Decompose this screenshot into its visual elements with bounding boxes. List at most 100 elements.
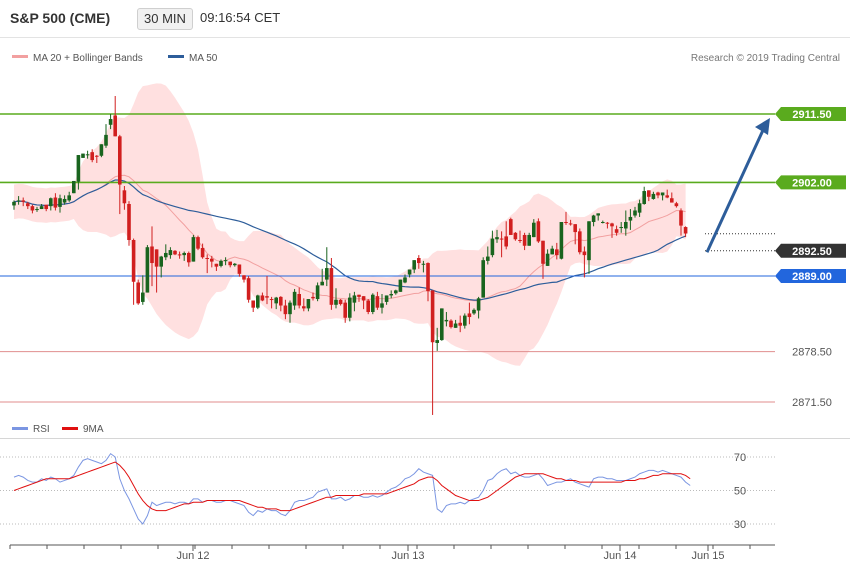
rsi-swatch [12,427,28,430]
candle-body [219,260,223,266]
candle-body [81,153,85,158]
level-label-2878.50: 2878.50 [792,347,832,359]
candle-body [504,236,508,247]
candle-body [292,291,297,306]
candle [366,299,370,315]
candle-body [610,223,614,227]
candle-body [421,263,426,265]
copyright: Research © 2019 Trading Central [691,53,840,64]
level-label-2889.00: 2889.00 [775,269,846,283]
candle-body [490,238,495,256]
candle-body [486,256,490,261]
level-text: 2902.00 [792,177,832,189]
candle-body [297,294,301,306]
candle-body [587,221,591,261]
candle-body [256,295,260,308]
candle-body [205,258,209,259]
candle-body [214,263,219,267]
candle-body [642,191,646,204]
candle-body [173,250,177,255]
candle [251,300,255,312]
candle-body [182,252,186,256]
candle [440,308,444,341]
candle-body [513,232,518,240]
candle-body [361,296,366,301]
price-axis-labels: 2911.50 2902.00 2889.00 2878.50 2871.50 2892.… [775,107,846,409]
candle-body [426,263,430,292]
candle-body [371,294,375,312]
candle-body [564,222,568,223]
candle-body [269,299,274,301]
candle [246,276,251,303]
candle-body [329,268,334,305]
level-text: 2911.50 [792,109,831,121]
candle-body [476,298,481,311]
candle [430,290,435,415]
candle-body [472,309,476,314]
candle-body [532,222,536,238]
candle-body [26,203,30,207]
candle-body [394,290,398,294]
candle [99,144,104,158]
candle-body [522,234,527,246]
rsi-tick-label: 50 [734,486,746,498]
candle-body [131,240,136,282]
candle-body [679,210,683,226]
candle-body [145,247,150,293]
candle-body [306,299,311,309]
candle [81,153,85,158]
candle-body [39,206,44,210]
candle-body [168,250,173,256]
candle-body [518,240,522,241]
candle-body [251,300,255,308]
candle-body [246,278,251,300]
candle-body [582,251,587,256]
rsi-tick-label: 70 [734,452,746,464]
date-label: Jun 14 [603,550,636,562]
candle-body [159,256,163,267]
candle-body [449,320,453,328]
candle-body [187,252,191,263]
candle-body [527,234,531,246]
candle-body [536,221,541,242]
candle [256,294,260,310]
rsi-ma-line [13,461,691,512]
candle [191,234,196,262]
candle [587,221,591,274]
candle-body [683,227,688,234]
candle [371,293,375,315]
candle-body [196,237,200,249]
price-chart: MA 20 + Bollinger Bands MA 50 Research ©… [0,53,850,562]
candle-body [481,260,485,298]
candle-body [62,198,67,203]
candle-body [352,295,357,303]
candle [509,217,513,235]
candle-body [559,222,564,259]
candle-body [417,258,421,264]
date-label: Jun 15 [691,550,724,562]
rsi-ma-swatch [62,427,78,430]
candle-body [670,198,674,203]
candle-body [99,144,104,156]
candle-body [338,299,343,305]
candle-body [499,238,504,240]
candle-body [288,302,292,315]
candle-body [12,201,16,206]
candle-body [366,300,370,312]
candle-body [605,222,610,224]
level-label-2911.50: 2911.50 [775,107,846,121]
candle [398,279,403,292]
candle-body [453,323,458,328]
candle [104,124,108,148]
candle-body [495,237,499,240]
candle-body [108,119,113,125]
candle-body [334,299,338,305]
legend-ma50: MA 50 [189,53,218,64]
candle-body [320,281,324,286]
candle-body [647,190,651,197]
candle-body [619,227,623,229]
candle-body [16,200,21,202]
candle-body [545,253,550,266]
candle-body [90,152,94,161]
candle-body [113,115,117,137]
